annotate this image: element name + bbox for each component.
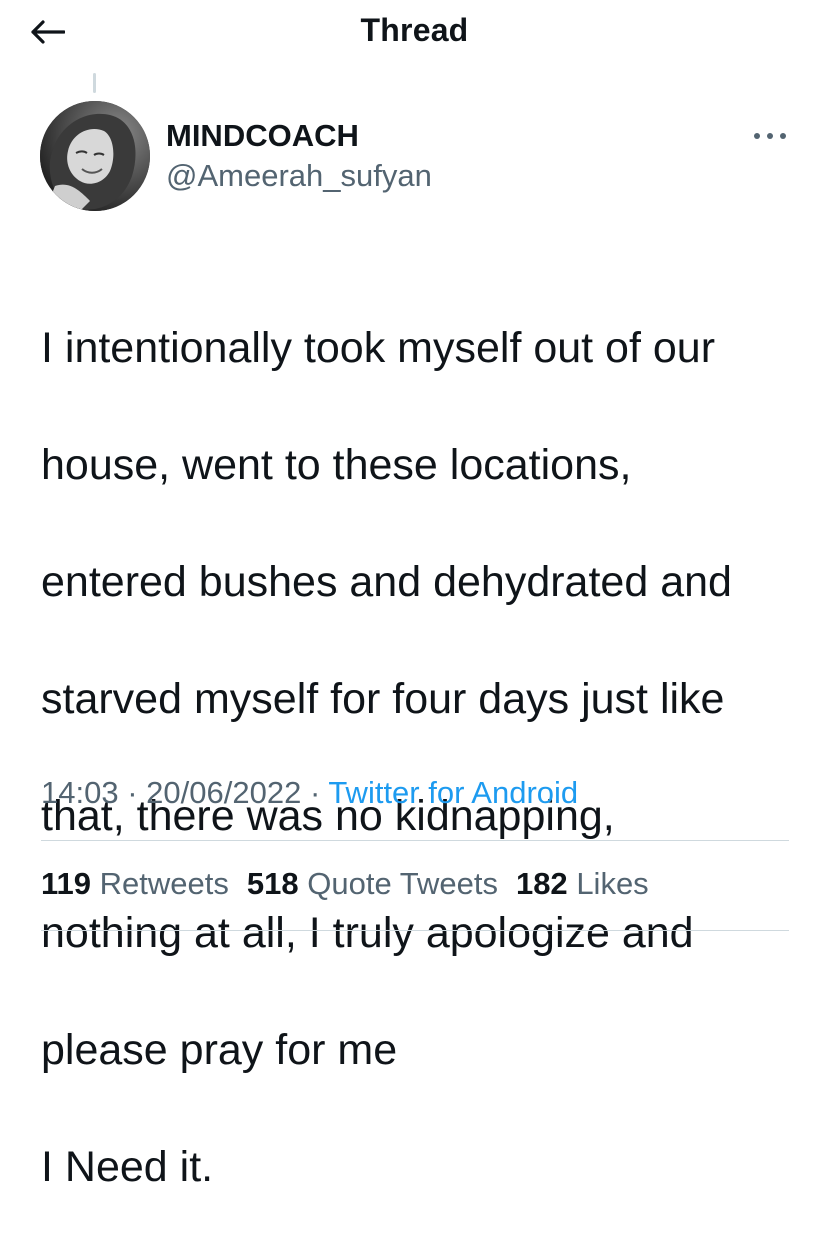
tweet-text-line: I intentionally took myself out of our — [41, 323, 716, 372]
tweet-text-line: house, went to these locations, — [41, 440, 632, 489]
retweets-label: Retweets — [99, 866, 229, 901]
tweet-metadata: 14:03 · 20/06/2022 · Twitter for Android — [41, 775, 578, 811]
meta-separator: · — [309, 775, 321, 810]
tweet-source-link[interactable]: Twitter for Android — [328, 775, 578, 810]
likes-label: Likes — [576, 866, 649, 901]
page-title: Thread — [360, 12, 469, 48]
quote-tweets-count: 518 — [246, 866, 299, 901]
avatar[interactable] — [40, 101, 150, 211]
likes-stat[interactable]: 182 Likes — [516, 866, 649, 902]
likes-count: 182 — [515, 866, 568, 901]
meta-separator: · — [127, 775, 138, 810]
tweet-date[interactable]: 20/06/2022 — [146, 775, 301, 810]
tweet-text: I intentionally took myself out of our h… — [41, 260, 801, 1255]
tweet-text-line: starved myself for four days just like — [41, 674, 725, 723]
retweets-count: 119 — [41, 866, 92, 901]
divider — [41, 930, 789, 931]
retweets-stat[interactable]: 119 Retweets — [41, 866, 229, 902]
author-handle[interactable]: @Ameerah_sufyan — [166, 158, 432, 194]
quote-tweets-label: Quote Tweets — [307, 866, 498, 901]
tweet-text-line: nothing at all, I truly apologize and — [41, 908, 694, 957]
quote-tweets-stat[interactable]: 518 Quote Tweets — [247, 866, 498, 902]
engagement-stats: 119 Retweets 518 Quote Tweets 182 Likes — [41, 866, 649, 902]
tweet-time[interactable]: 14:03 — [41, 775, 119, 810]
tweet-text-line: entered bushes and dehydrated and — [41, 557, 732, 606]
avatar-photo — [40, 101, 150, 211]
divider — [41, 840, 789, 841]
tweet-text-line: I Need it. — [41, 1142, 214, 1191]
tweet-text-line: please pray for me — [41, 1025, 398, 1074]
top-bar: Thread — [0, 0, 829, 70]
author-name[interactable]: MINDCOACH — [166, 118, 359, 154]
more-options-button[interactable] — [748, 122, 792, 150]
more-horizontal-icon — [754, 133, 786, 139]
thread-connector-line — [93, 73, 96, 93]
